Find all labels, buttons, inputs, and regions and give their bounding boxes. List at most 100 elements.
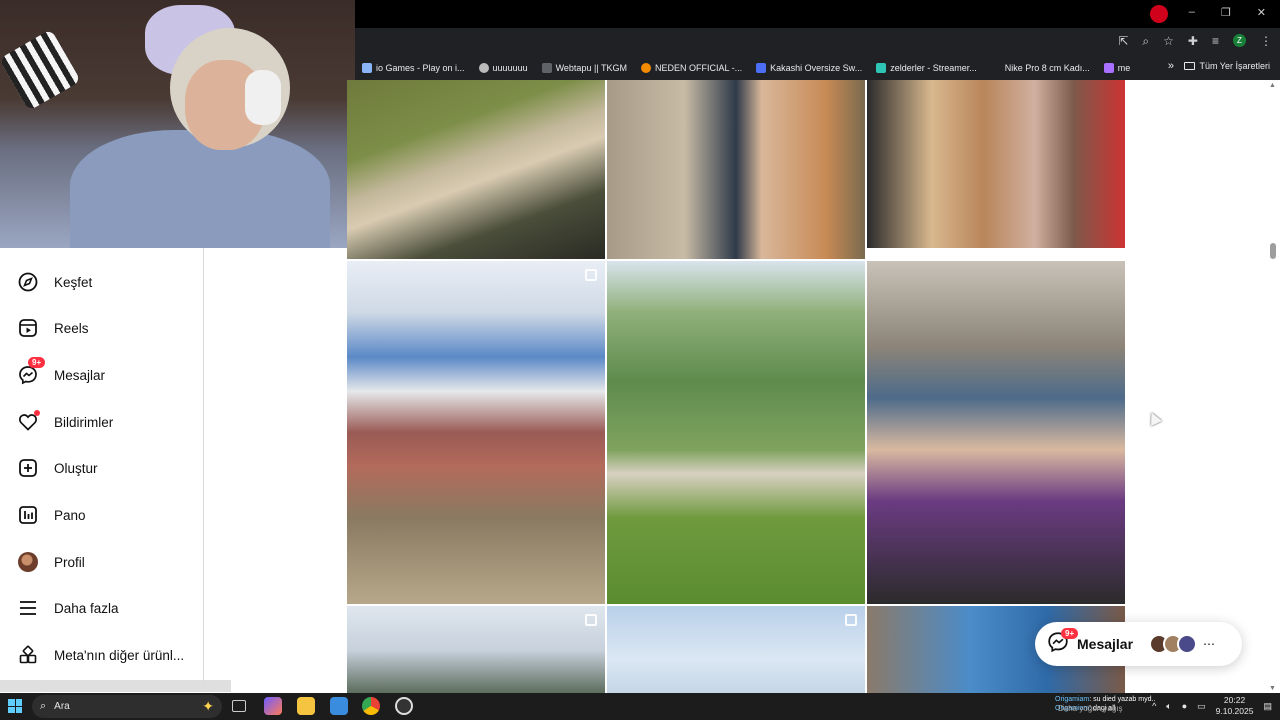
sidebar-item-label: Keşfet xyxy=(54,274,93,290)
sidebar-item-dashboard[interactable]: Pano xyxy=(18,503,86,527)
headphones-image xyxy=(245,70,281,125)
menu-icon xyxy=(18,598,38,618)
speaker-icon[interactable]: 🔈︎ xyxy=(1166,701,1171,712)
tray-chevron-icon[interactable]: ^ xyxy=(1152,701,1156,711)
carousel-icon xyxy=(585,269,597,281)
sidebar-item-reels[interactable]: Reels xyxy=(18,316,89,340)
sidebar-item-create[interactable]: Oluştur xyxy=(18,456,98,480)
bookmark-item[interactable]: zelderler - Streamer... xyxy=(869,62,984,73)
tab-search-icon[interactable]: ≡ xyxy=(1212,34,1219,49)
sidebar-item-messages[interactable]: 9+ Mesajlar xyxy=(18,357,105,387)
more-icon[interactable]: ⋯ xyxy=(1203,637,1215,651)
weather-text[interactable]: Daha yoğun yağış xyxy=(1058,704,1123,713)
profile-avatar[interactable]: Z xyxy=(1233,34,1246,47)
browser-logo-icon xyxy=(1150,5,1168,23)
bookmark-favicon-icon xyxy=(640,62,651,73)
post-tile[interactable] xyxy=(607,261,865,604)
windows-taskbar: ⌕ Ara ✦ Origamiam: su died yazab myd.. O… xyxy=(0,693,1280,720)
browser-title-bar: – ❐ ✕ xyxy=(355,0,1280,28)
messenger-icon: 9+ xyxy=(18,357,46,385)
system-tray: ^ 🔈︎ ● ▭ 20:22 9.10.2025 ▤ xyxy=(1152,695,1272,717)
browser-toolbar: ⇱ ⌕ ☆ ✚ ≡ Z ⋮ xyxy=(355,28,1280,55)
messages-badge: 9+ xyxy=(28,357,46,368)
post-tile[interactable] xyxy=(867,261,1125,604)
bookmark-item[interactable]: NEDEN OFFICIAL -... xyxy=(634,62,749,73)
messages-dock-label: Mesajlar xyxy=(1077,636,1134,652)
post-tile[interactable] xyxy=(607,80,865,259)
ticker-user: Origamiam xyxy=(1055,696,1090,703)
carousel-icon xyxy=(845,614,857,626)
folder-icon xyxy=(1184,62,1196,70)
post-tile[interactable] xyxy=(347,80,605,259)
overlay-strip xyxy=(0,680,231,692)
search-icon: ⌕ xyxy=(40,700,47,712)
task-view-icon[interactable] xyxy=(232,700,246,712)
clock-date: 9.10.2025 xyxy=(1215,706,1254,716)
obs-app-icon[interactable] xyxy=(395,697,413,715)
all-bookmarks-folder[interactable]: Tüm Yer İşaretleri xyxy=(1184,61,1270,71)
apps-icon xyxy=(18,645,38,665)
mic-tray-icon[interactable]: ● xyxy=(1182,701,1187,711)
install-app-icon[interactable]: ⇱ xyxy=(1118,34,1128,49)
scroll-down-icon[interactable]: ▼ xyxy=(1269,685,1276,692)
zoom-icon[interactable]: ⌕ xyxy=(1142,34,1149,49)
sidebar-item-label: Daha fazla xyxy=(54,600,119,616)
bookmark-item[interactable]: uuuuuuu xyxy=(472,62,535,73)
chrome-app-icon[interactable] xyxy=(362,697,380,715)
sidebar-item-label: Bildirimler xyxy=(54,414,114,430)
dashboard-icon xyxy=(18,505,38,525)
bookmark-item[interactable]: io Games - Play on i... xyxy=(355,62,472,73)
messages-dock-badge: 9+ xyxy=(1061,628,1079,639)
sidebar-item-notifications[interactable]: Bildirimler xyxy=(18,410,113,434)
sidebar-item-label: Reels xyxy=(54,320,89,336)
compass-icon xyxy=(18,272,38,292)
bookmark-favicon-icon xyxy=(541,62,552,73)
explore-grid xyxy=(347,80,1126,694)
restore-icon[interactable]: ❐ xyxy=(1221,6,1231,19)
bookmark-overflow-icon[interactable]: » xyxy=(1168,60,1174,72)
reels-icon xyxy=(18,318,38,338)
bookmark-item[interactable]: Webtapu || TKGM xyxy=(535,62,634,73)
taskbar-search[interactable]: ⌕ Ara ✦ xyxy=(32,695,222,718)
scrollbar-thumb[interactable] xyxy=(1270,243,1276,259)
bookmark-item[interactable]: Kakashi Oversize Sw... xyxy=(749,62,869,73)
bookmark-star-icon[interactable]: ☆ xyxy=(1163,34,1174,49)
bookmark-favicon-icon xyxy=(756,62,767,73)
sidebar-item-profile[interactable]: Profil xyxy=(18,550,85,574)
notification-center-icon[interactable]: ▤ xyxy=(1263,701,1272,712)
sidebar-item-label: Pano xyxy=(54,507,86,523)
notification-dot xyxy=(34,410,40,416)
post-tile[interactable] xyxy=(607,606,865,694)
clock-time: 20:22 xyxy=(1223,695,1246,705)
streamer-shirt-image xyxy=(70,130,330,248)
sidebar-item-label: Oluştur xyxy=(54,460,98,476)
network-icon[interactable]: ▭ xyxy=(1197,701,1206,712)
store-app-icon[interactable] xyxy=(330,697,348,715)
page-scrollbar[interactable]: ▲ ▼ xyxy=(1266,80,1280,694)
profile-avatar-wrapper xyxy=(18,552,38,572)
extensions-icon[interactable]: ✚ xyxy=(1188,34,1198,49)
minimize-icon[interactable]: – xyxy=(1189,6,1195,19)
avatar[interactable] xyxy=(1177,634,1198,654)
bookmark-item[interactable]: me xyxy=(1097,62,1138,73)
instagram-sidebar: Keşfet Reels 9+ Mesajlar Bildirimler Olu… xyxy=(0,248,204,685)
bookmark-favicon-icon xyxy=(876,62,887,73)
messages-dock[interactable]: 9+ Mesajlar ⋯ xyxy=(1035,622,1242,666)
bookmark-item[interactable]: Nike Pro 8 cm Kadı... xyxy=(984,62,1097,73)
windows-start-icon[interactable] xyxy=(8,699,22,713)
post-tile[interactable] xyxy=(867,80,1125,248)
sidebar-item-meta-apps[interactable]: Meta'nın diğer ürünl... xyxy=(18,643,184,667)
browser-menu-icon[interactable]: ⋮ xyxy=(1260,34,1272,49)
post-tile[interactable] xyxy=(347,606,605,694)
copilot-app-icon[interactable] xyxy=(264,697,282,715)
scroll-up-icon[interactable]: ▲ xyxy=(1269,82,1276,89)
file-explorer-icon[interactable] xyxy=(297,697,315,715)
clock[interactable]: 20:22 9.10.2025 xyxy=(1216,695,1254,717)
post-tile[interactable] xyxy=(347,261,605,604)
sidebar-item-more[interactable]: Daha fazla xyxy=(18,596,119,620)
mouse-cursor-icon xyxy=(1146,410,1162,426)
bookmark-favicon-icon xyxy=(478,62,489,73)
close-icon[interactable]: ✕ xyxy=(1257,6,1266,19)
sidebar-item-explore[interactable]: Keşfet xyxy=(18,270,92,294)
bookmark-bar: io Games - Play on i... uuuuuuu Webtapu … xyxy=(355,55,1280,80)
